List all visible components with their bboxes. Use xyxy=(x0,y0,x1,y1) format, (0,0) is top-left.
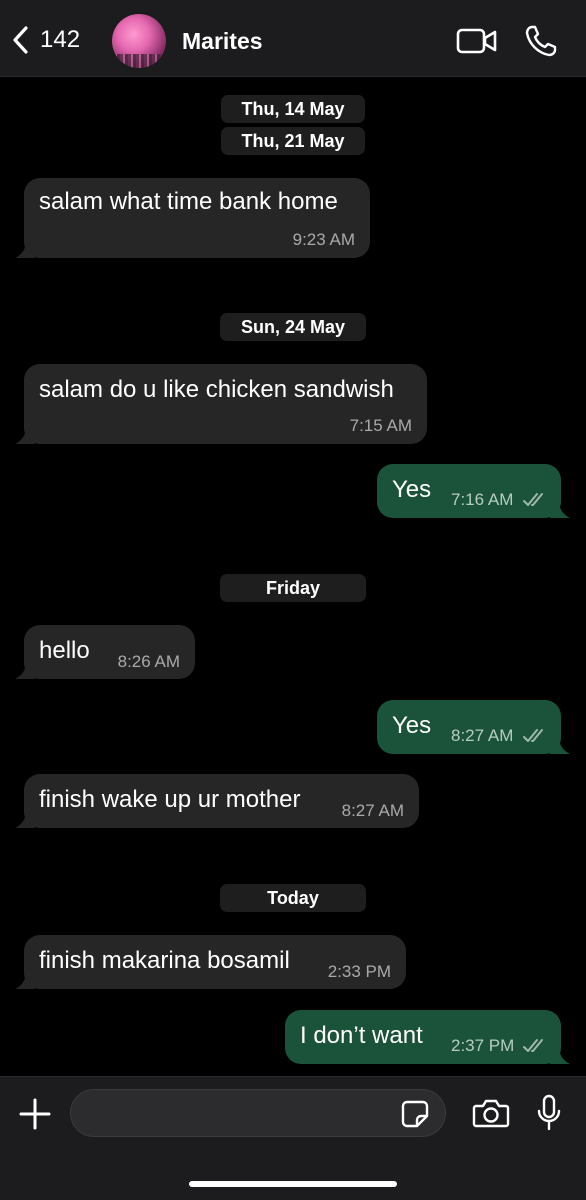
bubble-tail xyxy=(550,1046,570,1064)
double-check-icon xyxy=(523,729,543,742)
message-bubble-incoming[interactable]: finish wake up ur mother 8:27 AM xyxy=(15,774,419,828)
plus-icon xyxy=(18,1098,52,1135)
message-time: 8:26 AM xyxy=(117,652,180,671)
message-time: 8:27 AM xyxy=(341,801,404,820)
message-time: 2:37 PM xyxy=(451,1036,515,1055)
message-bubble-outgoing[interactable]: Yes 8:27 AM xyxy=(377,700,570,754)
date-separator: Thu, 21 May xyxy=(221,127,365,155)
sticker-button[interactable] xyxy=(400,1099,430,1134)
home-indicator[interactable] xyxy=(189,1181,397,1187)
chat-screen: 142 Marites Thu, 14 May Thu, 21 May Sun,… xyxy=(0,0,586,1200)
back-button[interactable]: 142 xyxy=(10,20,80,60)
message-bubble-outgoing[interactable]: Yes 7:16 AM xyxy=(377,464,570,518)
bubble-tail xyxy=(15,426,35,444)
message-time: 7:16 AM xyxy=(451,490,514,509)
avatar[interactable] xyxy=(112,14,166,68)
sticker-icon xyxy=(400,1100,430,1133)
microphone-icon xyxy=(536,1094,562,1136)
bubble-tail xyxy=(15,240,35,258)
message-time: 2:33 PM xyxy=(327,962,391,981)
message-bubble-incoming[interactable]: hello 8:26 AM xyxy=(15,625,195,679)
message-time: 9:23 AM xyxy=(292,230,355,249)
bubble-tail xyxy=(550,736,570,754)
phone-icon xyxy=(524,25,558,62)
message-text: finish makarina bosamil xyxy=(39,947,290,974)
message-text: Yes xyxy=(392,476,432,503)
date-separator: Thu, 14 May xyxy=(221,95,365,123)
chevron-left-icon xyxy=(10,25,32,55)
message-text: I don’t want xyxy=(300,1022,423,1049)
video-camera-icon xyxy=(456,28,498,60)
message-text: hello xyxy=(39,637,90,664)
video-call-button[interactable] xyxy=(456,26,498,61)
bubble-tail xyxy=(15,971,35,989)
message-time: 7:15 AM xyxy=(349,416,412,435)
voice-call-button[interactable] xyxy=(524,24,558,63)
message-bubble-incoming[interactable]: salam do u like chicken sandwish 7:15 AM xyxy=(15,364,427,444)
bubble-tail xyxy=(15,661,35,679)
date-separator: Today xyxy=(220,884,366,912)
camera-icon xyxy=(472,1099,510,1133)
unread-count: 142 xyxy=(40,26,81,53)
message-bubble-outgoing[interactable]: I don’t want 2:37 PM xyxy=(285,1010,570,1064)
chat-header: 142 Marites xyxy=(0,0,586,77)
message-bubble-incoming[interactable]: salam what time bank home 9:23 AM xyxy=(15,178,370,258)
message-input-container[interactable] xyxy=(70,1089,446,1138)
message-text: Yes xyxy=(392,712,432,739)
camera-button[interactable] xyxy=(472,1097,510,1134)
date-separator: Friday xyxy=(220,574,366,602)
message-bubble-incoming[interactable]: finish makarina bosamil 2:33 PM xyxy=(15,935,406,989)
bubble-tail xyxy=(550,500,570,518)
message-text: finish wake up ur mother xyxy=(39,786,301,813)
voice-message-button[interactable] xyxy=(536,1094,562,1137)
double-check-icon xyxy=(523,493,543,506)
message-text: salam do u like chicken sandwish xyxy=(39,376,394,403)
message-text: salam what time bank home xyxy=(39,188,338,215)
bubble-tail xyxy=(15,810,35,828)
date-separator: Sun, 24 May xyxy=(220,313,366,341)
contact-name[interactable]: Marites xyxy=(182,28,263,55)
message-time: 8:27 AM xyxy=(451,726,514,745)
double-check-icon xyxy=(523,1039,543,1052)
add-attachment-button[interactable] xyxy=(18,1097,52,1136)
message-input[interactable] xyxy=(87,1090,391,1138)
